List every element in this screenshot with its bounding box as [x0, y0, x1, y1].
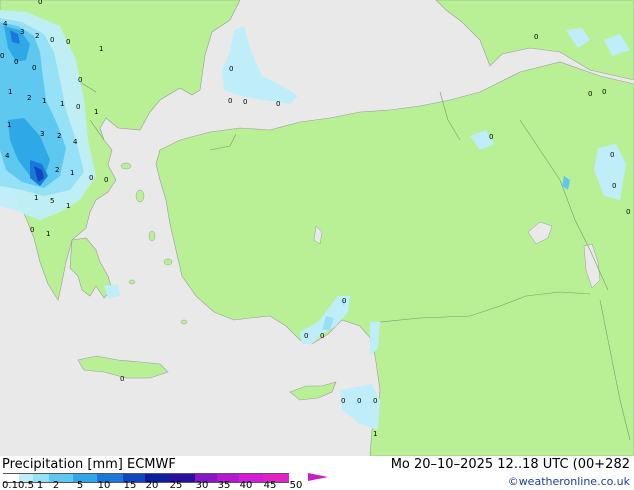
value-label: 0 [320, 332, 324, 340]
scale-tick-label: 0.1 [2, 480, 18, 490]
credit-link[interactable]: ©weatheronline.co.uk [508, 475, 630, 488]
value-label: 0 [32, 64, 36, 72]
run-time: Mo 20–10–2025 12..18 UTC (00+282 [390, 457, 630, 472]
value-label: 0 [66, 38, 70, 46]
value-label: 1 [42, 97, 46, 105]
scale-tick-label: 1 [36, 480, 44, 490]
value-label: 0 [602, 88, 606, 96]
value-label: 0 [0, 52, 4, 60]
value-label: 2 [27, 94, 31, 102]
value-label: 0 [228, 97, 232, 105]
map-title: Precipitation [mm] ECMWF [2, 457, 176, 472]
value-label: 1 [7, 121, 11, 129]
scale-tick-label: 50 [289, 480, 303, 490]
value-label: 0 [588, 90, 592, 98]
value-label: 0 [357, 397, 361, 405]
value-label: 0 [89, 174, 93, 182]
value-label: 4 [73, 138, 78, 146]
scale-tick-label: 40 [239, 480, 253, 490]
value-label: 4 [5, 152, 10, 160]
value-label: 1 [66, 202, 70, 210]
value-label: 0 [489, 133, 493, 141]
value-label: 0 [104, 176, 108, 184]
value-label: 0 [342, 297, 346, 305]
value-label: 0 [612, 182, 616, 190]
precipitation-map: 4 3 2 0 1 0 0 0 1 2 1 1 0 1 1 0 0 0 0 3 … [0, 0, 634, 456]
scale-tick-label: 5 [76, 480, 84, 490]
value-label: 3 [20, 28, 24, 36]
value-label: 0 [610, 151, 614, 159]
scale-tick-label: 15 [123, 480, 137, 490]
value-label: 0 [276, 100, 280, 108]
value-label: 2 [55, 166, 59, 174]
scale-tick-label: 35 [217, 480, 231, 490]
map-footer: Precipitation [mm] ECMWF Mo 20–10–2025 1… [0, 456, 634, 490]
value-label: 0 [14, 58, 18, 66]
value-label: 1 [99, 45, 103, 53]
value-label: 1 [46, 230, 50, 238]
value-label: 0 [243, 98, 247, 106]
scale-tick-label: 20 [145, 480, 159, 490]
value-label: 0 [304, 332, 308, 340]
scale-tick-label: 0.5 [18, 480, 34, 490]
scale-ticks: 0.1 0.5 1 2 5 10 15 20 25 30 35 40 45 50 [0, 480, 340, 490]
scale-tick-label: 10 [97, 480, 111, 490]
value-label: 1 [34, 194, 38, 202]
value-label: 0 [76, 103, 80, 111]
value-label: 1 [94, 108, 98, 116]
value-label: 0 [30, 226, 34, 234]
value-label: 0 [50, 36, 54, 44]
value-label: 3 [40, 130, 44, 138]
scale-tick-label: 45 [263, 480, 277, 490]
value-label: 0 [78, 76, 82, 84]
value-label: 0 [373, 397, 377, 405]
value-label: 0 [229, 65, 233, 73]
map-stage: 4 3 2 0 1 0 0 0 1 2 1 1 0 1 1 0 0 0 0 3 … [0, 0, 634, 490]
value-label: 0 [341, 397, 345, 405]
value-label: 0 [120, 375, 124, 383]
value-label: 4 [3, 20, 8, 28]
value-label: 5 [50, 197, 54, 205]
value-label: 0 [626, 208, 630, 216]
value-label: 2 [57, 132, 61, 140]
scale-tick-label: 2 [52, 480, 60, 490]
scale-tick-label: 30 [195, 480, 209, 490]
value-label: 2 [35, 32, 39, 40]
value-label: 0 [38, 0, 42, 6]
value-label: 1 [373, 430, 377, 438]
value-label: 1 [8, 88, 12, 96]
value-label: 1 [60, 100, 64, 108]
scale-tick-label: 25 [169, 480, 183, 490]
value-label: 1 [70, 169, 74, 177]
value-label: 0 [534, 33, 538, 41]
